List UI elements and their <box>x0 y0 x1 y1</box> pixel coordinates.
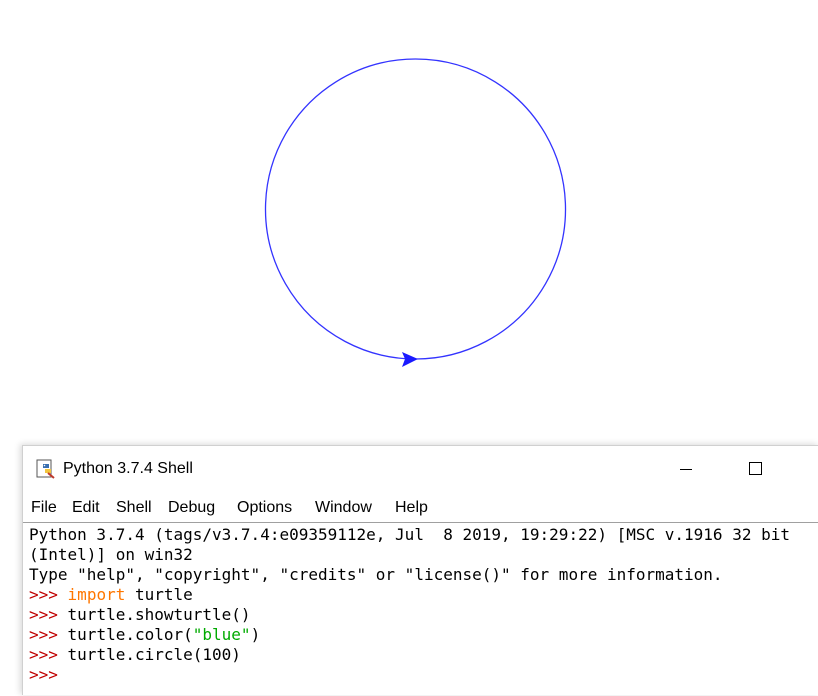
banner-line: Python 3.7.4 (tags/v3.7.4:e09359112e, Ju… <box>29 525 790 544</box>
command-text: turtle.circle(100) <box>57 645 241 664</box>
command-line: >>> turtle.color("blue") <box>29 625 260 645</box>
menu-options[interactable]: Options <box>237 499 292 517</box>
window-title: Python 3.7.4 Shell <box>63 460 193 477</box>
command-line: >>> turtle.showturtle() <box>29 605 251 625</box>
prompt: >>> <box>29 645 58 664</box>
prompt: >>> <box>29 665 58 684</box>
prompt: >>> <box>29 605 58 624</box>
turtle-circle-path <box>264 58 567 360</box>
banner-line: (Intel)] on win32 <box>29 545 193 564</box>
command-line: >>> turtle.circle(100) <box>29 645 241 665</box>
command-text: ) <box>250 625 261 644</box>
python-shell-window: Python 3.7.4 Shell File Edit Shell Debug… <box>22 445 818 695</box>
menu-window[interactable]: Window <box>315 499 372 517</box>
command-text: turtle.showturtle() <box>57 605 251 624</box>
turtle-arrow-icon <box>402 352 418 367</box>
prompt: >>> <box>29 585 58 604</box>
banner-line: Type "help", "copyright", "credits" or "… <box>29 565 723 584</box>
menu-debug[interactable]: Debug <box>168 499 215 517</box>
prompt: >>> <box>29 625 58 644</box>
menu-help[interactable]: Help <box>395 499 428 517</box>
shell-text-area[interactable]: Python 3.7.4 (tags/v3.7.4:e09359112e, Ju… <box>23 522 818 696</box>
keyword: import <box>67 585 126 604</box>
minimize-button[interactable] <box>663 452 709 488</box>
turtle-canvas <box>264 58 567 367</box>
menu-file[interactable]: File <box>31 499 57 517</box>
menu-edit[interactable]: Edit <box>72 499 100 517</box>
title-bar: Python 3.7.4 Shell <box>23 446 818 494</box>
command-text: turtle.color( <box>57 625 193 644</box>
python-idle-icon <box>36 459 55 479</box>
maximize-button[interactable] <box>733 452 779 488</box>
command-line: >>> import turtle <box>29 585 193 605</box>
input-line[interactable]: >>> <box>29 665 58 685</box>
command-text: turtle <box>125 585 193 604</box>
string-literal: "blue" <box>192 625 251 644</box>
menu-shell[interactable]: Shell <box>116 499 152 517</box>
menu-bar: File Edit Shell Debug Options Window Hel… <box>23 496 818 522</box>
